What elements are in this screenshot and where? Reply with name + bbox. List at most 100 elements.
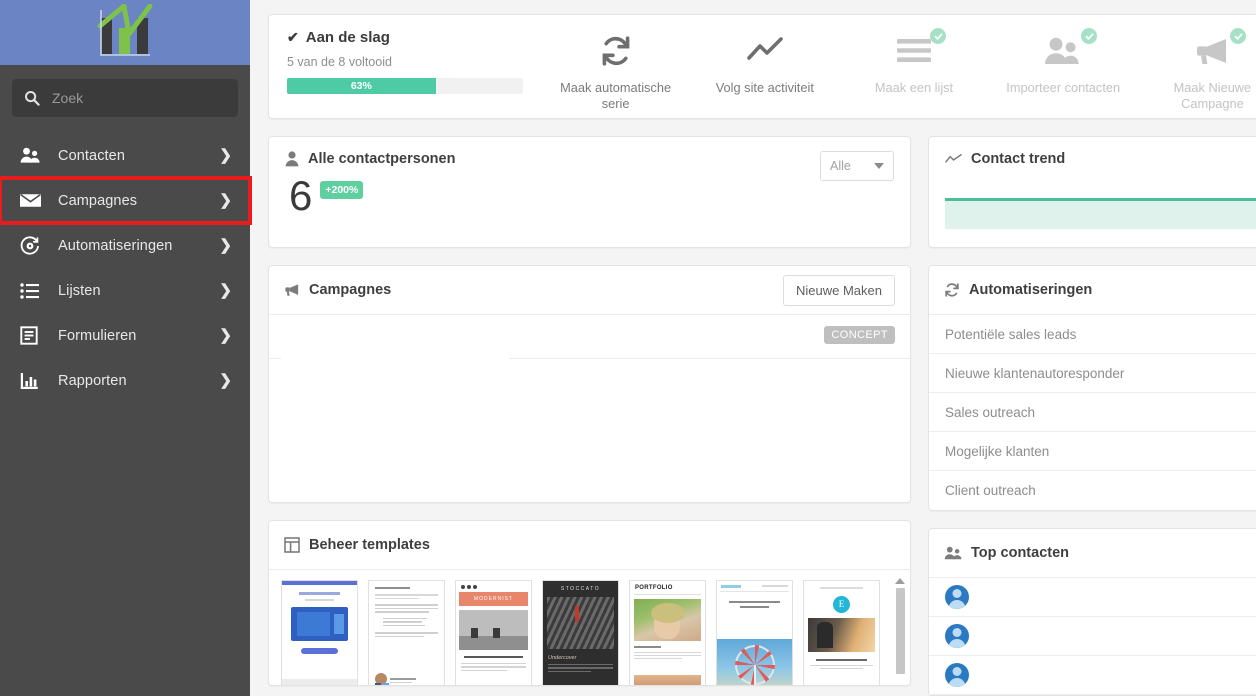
search-icon (25, 91, 40, 106)
automation-row[interactable]: Mogelijke klanten (929, 432, 1256, 471)
campaigns-title-row: Campagnes (284, 282, 391, 298)
trend-line-icon (945, 153, 962, 163)
card-title: Beheer templates (309, 537, 430, 553)
chevron-right-icon: ❯ (219, 282, 232, 299)
contact-trend-header: Contact trend (929, 151, 1256, 167)
app-root: Contacten ❯ Campagnes ❯ (0, 0, 1256, 696)
templates-title-row: Beheer templates (284, 537, 430, 553)
sidebar-item-formulieren[interactable]: Formulieren ❯ (0, 313, 250, 358)
automation-row[interactable]: Nieuwe klantenautoresponder (929, 354, 1256, 393)
contacts-filter-select[interactable]: Alle (820, 151, 894, 181)
chevron-right-icon: ❯ (219, 327, 232, 344)
campaign-row[interactable]: CONCEPT (269, 315, 910, 359)
check-icon (934, 32, 942, 40)
contact-row[interactable] (929, 656, 1256, 695)
megaphone-icon (285, 284, 299, 296)
automation-gear-icon (20, 235, 46, 256)
step-importeer-contacten[interactable]: Importeer contacten (989, 28, 1138, 96)
step-maak-een-lijst[interactable]: Maak een lijst (839, 28, 988, 96)
people-icon (944, 546, 962, 560)
chevron-right-icon: ❯ (219, 192, 232, 209)
contacts-delta-badge: +200% (320, 181, 364, 199)
templates-card: Beheer templates MODERNIST STOCCATO Unde… (268, 520, 911, 686)
analytics-chart-logo (97, 3, 153, 56)
avatar (945, 585, 969, 609)
page-title: Aan de slag (305, 29, 390, 46)
logo-banner[interactable] (0, 0, 250, 65)
contact-row[interactable] (929, 578, 1256, 617)
step-done-badge (930, 28, 946, 44)
sidebar-item-label: Formulieren (58, 327, 137, 344)
top-contacts-card: Top contacten (928, 528, 1256, 696)
template-thumbnail[interactable]: STOCCATO Undercover (542, 580, 619, 685)
scrollbar-thumb[interactable] (895, 588, 905, 674)
template-thumbnail[interactable]: E (803, 580, 880, 685)
campaigns-card: Campagnes Nieuwe Maken CONCEPT (268, 265, 911, 503)
automation-row[interactable]: Client outreach (929, 471, 1256, 510)
search-input[interactable] (52, 90, 226, 106)
row-divider-left (269, 358, 281, 359)
template-thumbnail[interactable] (368, 580, 445, 685)
progress-percent-label: 63% (350, 80, 372, 92)
templates-strip: MODERNIST STOCCATO Undercover PORTFOLIO … (269, 570, 910, 685)
bar-chart-icon (20, 372, 46, 390)
search-container (0, 65, 250, 123)
all-contacts-card: Alle contactpersonen 6 +200% Alle (268, 136, 911, 248)
chevron-right-icon: ❯ (219, 147, 232, 164)
sidebar-item-automatiseringen[interactable]: Automatiseringen ❯ (0, 223, 250, 268)
search-box[interactable] (12, 79, 238, 117)
row-divider (509, 358, 910, 359)
automations-list: Potentiële sales leads Nieuwe klantenaut… (929, 315, 1256, 510)
top-contacts-title-row: Top contacten (944, 545, 1069, 561)
top-contacts-list (929, 578, 1256, 695)
list-icon (20, 282, 46, 299)
sidebar-item-rapporten[interactable]: Rapporten ❯ (0, 358, 250, 403)
sidebar-item-lijsten[interactable]: Lijsten ❯ (0, 268, 250, 313)
automation-row[interactable]: Sales outreach (929, 393, 1256, 432)
refresh-icon (945, 283, 959, 297)
automation-row[interactable]: Potentiële sales leads (929, 315, 1256, 354)
megaphone-icon (1192, 28, 1247, 71)
step-maak-automatische-serie[interactable]: Maak automatische serie (541, 31, 690, 112)
campaigns-list: CONCEPT (269, 315, 910, 502)
getting-started-card: ✔ Aan de slag 5 van de 8 voltooid 63% Ma… (268, 14, 1256, 119)
template-thumbnail[interactable] (281, 580, 358, 685)
sidebar-item-contacten[interactable]: Contacten ❯ (0, 133, 250, 178)
automations-title-row: Automatiseringen (944, 282, 1092, 298)
top-contacts-header: Top contacten (929, 529, 1256, 578)
step-maak-nieuwe-campagne[interactable]: Maak Nieuwe Campagne (1138, 28, 1256, 112)
progress-bar-fill: 63% (287, 78, 436, 94)
all-contacts-value-row: 6 +200% (285, 175, 894, 216)
getting-started-subtitle: 5 van de 8 voltooid (287, 55, 392, 69)
template-thumbnail[interactable] (716, 580, 793, 685)
sidebar-item-campagnes[interactable]: Campagnes ❯ (0, 176, 252, 225)
getting-started-summary: ✔ Aan de slag 5 van de 8 voltooid 63% (269, 15, 541, 118)
contact-trend-card: Contact trend (928, 136, 1256, 248)
template-thumbnail[interactable]: MODERNIST (455, 580, 532, 685)
getting-started-steps: Maak automatische serie Volg site activi… (541, 15, 1256, 118)
step-volg-site-activiteit[interactable]: Volg site activiteit (690, 31, 839, 96)
new-campaign-button[interactable]: Nieuwe Maken (783, 274, 895, 306)
main-content: ✔ Aan de slag 5 van de 8 voltooid 63% Ma… (250, 0, 1256, 696)
sidebar-item-label: Automatiseringen (58, 237, 173, 254)
sidebar-item-label: Lijsten (58, 282, 101, 299)
template-thumbnail[interactable]: PORTFOLIO (629, 580, 706, 685)
sidebar-item-label: Campagnes (58, 192, 138, 209)
contact-trend-chart (945, 195, 1256, 229)
templates-scrollbar[interactable] (894, 578, 906, 685)
sidebar-item-label: Contacten (58, 147, 125, 164)
step-done-badge (1081, 28, 1098, 44)
trend-area-fill (945, 201, 1256, 229)
sidebar-item-label: Rapporten (58, 372, 127, 389)
chevron-down-icon (874, 163, 884, 169)
form-icon (20, 326, 46, 345)
scroll-up-icon[interactable] (895, 578, 905, 584)
contact-row[interactable] (929, 617, 1256, 656)
campaigns-header: Campagnes Nieuwe Maken (269, 266, 910, 315)
card-title: Campagnes (309, 282, 392, 298)
card-title: Top contacten (971, 545, 1070, 561)
automations-header: Automatiseringen (929, 266, 1256, 315)
contacts-filter-value: Alle (830, 159, 851, 173)
check-icon: ✔ (287, 29, 299, 45)
person-icon (285, 151, 299, 167)
